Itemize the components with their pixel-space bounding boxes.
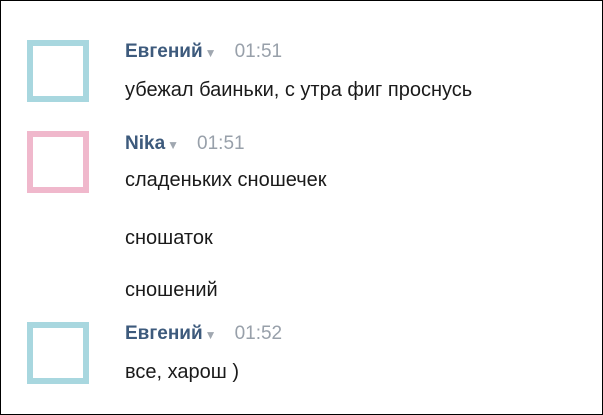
message-text: сношаток <box>125 227 213 249</box>
message-text: все, харош ) <box>125 361 240 383</box>
message-header: Евгений ▼ 01:51 <box>125 41 282 65</box>
message-text: убежал баиньки, с утра фиг проснусь <box>125 79 473 101</box>
caret-down-icon[interactable]: ▼ <box>205 46 217 60</box>
author-name[interactable]: Евгений <box>125 41 203 63</box>
avatar[interactable] <box>27 40 89 102</box>
message-text: сладеньких сношечек <box>125 169 327 191</box>
avatar[interactable] <box>27 131 89 193</box>
message-header: Евгений ▼ 01:52 <box>125 323 282 347</box>
timestamp: 01:52 <box>234 323 283 344</box>
message-text: сношений <box>125 279 218 301</box>
caret-down-icon[interactable]: ▼ <box>167 138 179 152</box>
timestamp: 01:51 <box>234 41 283 62</box>
author-name[interactable]: Nika <box>125 133 165 155</box>
caret-down-icon[interactable]: ▼ <box>205 328 217 342</box>
chat-window: Евгений ▼ 01:51 убежал баиньки, с утра ф… <box>0 0 603 415</box>
avatar[interactable] <box>27 322 89 384</box>
author-name[interactable]: Евгений <box>125 323 203 345</box>
message-header: Nika ▼ 01:51 <box>125 133 245 157</box>
timestamp: 01:51 <box>197 133 245 154</box>
